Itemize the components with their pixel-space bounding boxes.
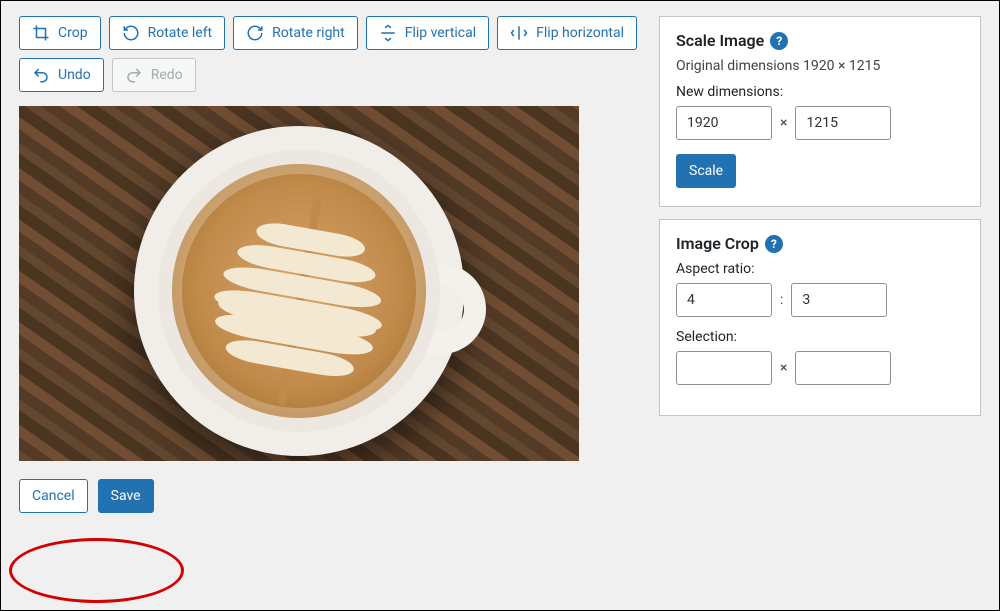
redo-label: Redo (151, 67, 183, 83)
rotate-right-label: Rotate right (272, 25, 345, 41)
aspect-width-input[interactable] (676, 283, 772, 317)
scale-width-input[interactable] (676, 106, 772, 140)
aspect-height-input[interactable] (791, 283, 887, 317)
undo-button[interactable]: Undo (19, 58, 104, 92)
scale-button-label: Scale (689, 163, 723, 179)
scale-image-panel: Scale Image ? Original dimensions 1920 ×… (659, 16, 981, 207)
selection-separator: × (780, 360, 787, 376)
flip-vertical-icon (379, 24, 397, 42)
flip-vertical-button[interactable]: Flip vertical (366, 16, 489, 50)
rotate-left-label: Rotate left (148, 25, 213, 41)
selection-height-input[interactable] (795, 351, 891, 385)
redo-button: Redo (112, 58, 196, 92)
help-icon[interactable]: ? (765, 235, 783, 253)
image-crop-panel: Image Crop ? Aspect ratio: : Selection: … (659, 219, 981, 416)
help-icon[interactable]: ? (770, 32, 788, 50)
selection-width-input[interactable] (676, 351, 772, 385)
flip-horizontal-icon (510, 24, 528, 42)
save-label: Save (111, 488, 141, 504)
flip-horizontal-button[interactable]: Flip horizontal (497, 16, 637, 50)
dimension-separator: × (780, 115, 787, 131)
crop-label: Crop (58, 25, 88, 41)
aspect-separator: : (780, 292, 783, 308)
cancel-button[interactable]: Cancel (19, 479, 88, 513)
redo-icon (125, 66, 143, 84)
new-dimensions-label: New dimensions: (676, 84, 964, 100)
preview-cup (134, 126, 464, 456)
flip-vertical-label: Flip vertical (405, 25, 476, 41)
scale-title: Scale Image ? (676, 31, 964, 50)
image-preview[interactable] (19, 106, 579, 461)
rotate-right-icon (246, 24, 264, 42)
selection-label: Selection: (676, 329, 964, 345)
rotate-left-button[interactable]: Rotate left (109, 16, 226, 50)
crop-title-text: Image Crop (676, 234, 759, 253)
flip-horizontal-label: Flip horizontal (536, 25, 624, 41)
crop-icon (32, 24, 50, 42)
cancel-label: Cancel (32, 488, 75, 504)
rotate-left-icon (122, 24, 140, 42)
scale-button[interactable]: Scale (676, 154, 736, 188)
crop-button[interactable]: Crop (19, 16, 101, 50)
rotate-right-button[interactable]: Rotate right (233, 16, 358, 50)
undo-label: Undo (58, 67, 91, 83)
scale-height-input[interactable] (795, 106, 891, 140)
save-button[interactable]: Save (98, 479, 154, 513)
undo-icon (32, 66, 50, 84)
original-dimensions: Original dimensions 1920 × 1215 (676, 58, 964, 74)
aspect-ratio-label: Aspect ratio: (676, 261, 964, 277)
crop-title: Image Crop ? (676, 234, 964, 253)
scale-title-text: Scale Image (676, 31, 764, 50)
